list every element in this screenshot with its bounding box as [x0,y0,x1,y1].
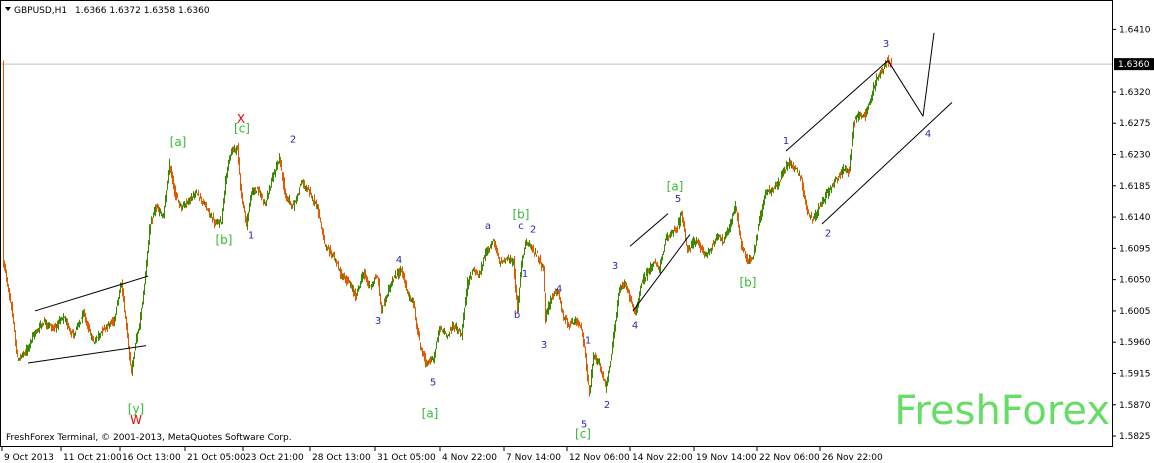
wave-label: 1 [522,269,528,280]
y-tick-label: 1.6050 [1119,276,1151,286]
y-tick-label: 1.5870 [1119,401,1151,411]
y-tick-label: 1.6230 [1119,151,1151,161]
wave-label: 3 [883,39,889,50]
wave-label: 4 [925,129,931,140]
y-tick-label: 1.5915 [1119,369,1151,379]
x-tick-label: 16 Oct 13:00 [122,453,181,463]
wave-label: [a] [667,180,684,194]
wave-label: [b] [513,207,530,221]
wave-label: [a] [170,135,187,149]
x-tick-label: 23 Oct 21:00 [245,453,304,463]
y-tick-label: 1.5825 [1119,432,1151,442]
y-tick-label: 1.6095 [1119,244,1151,254]
wave-label: [c] [234,121,250,135]
x-tick-label: 31 Oct 05:00 [377,453,436,463]
last-price-badge: 1.6360 [1114,58,1154,71]
chart-canvas: 1.6410 1.6320 1.6275 1.6230 1.6185 1.6140 1.60… [0,0,1154,463]
plot-frame [0,0,1113,447]
wave-label: 3 [541,340,547,351]
x-tick-label: 28 Oct 13:00 [312,453,371,463]
wave-label: [b] [740,276,757,290]
wave-label: W [130,413,142,427]
wave-label: 2 [290,135,296,146]
wave-label: 2 [825,229,831,240]
y-tick-label: 1.6275 [1119,119,1151,129]
x-tick-label: 21 Oct 05:00 [187,453,246,463]
x-tick-label: 4 Nov 22:00 [442,453,497,463]
x-tick-label: 14 Nov 22:00 [632,453,693,463]
wave-label: 4 [632,320,638,331]
x-tick-label: 7 Nov 14:00 [506,453,561,463]
wave-label: [c] [575,427,591,441]
wave-label: a [485,221,491,232]
copyright-text: FreshForex Terminal, © 2001-2013, MetaQu… [6,433,292,443]
wave-label: 3 [612,261,618,272]
y-tick-label: 1.6005 [1119,307,1151,317]
wave-label: b [514,310,520,321]
wave-label: [a] [422,406,439,420]
watermark-logo: FreshForex [894,388,1110,434]
x-tick-label: 9 Oct 2013 [4,453,54,463]
y-tick-label: 1.6410 [1119,25,1151,35]
x-tick-label: 11 Oct 21:00 [63,453,122,463]
wave-label: 1 [248,231,254,242]
x-tick-label: 26 Nov 22:00 [822,453,883,463]
wave-label: 5 [430,377,436,388]
y-tick-label: 1.5960 [1119,338,1151,348]
symbol-label: GBPUSD,H1 [14,6,67,16]
x-tick-label: 22 Nov 06:00 [759,453,820,463]
wave-label: 3 [375,316,381,327]
wave-label: c [518,221,524,232]
wave-label: 2 [530,224,536,235]
wave-label: 5 [675,194,681,205]
wave-label: 1 [783,136,789,147]
wave-label: 4 [396,255,402,266]
y-tick-label: 1.6185 [1119,182,1151,192]
wave-label: 1 [585,336,591,347]
ohlc-values: 1.6366 1.6372 1.6358 1.6360 [75,6,210,16]
time-axis[interactable]: 9 Oct 2013 11 Oct 21:00 16 Oct 13:00 21 Oct… [1,447,883,463]
wave-label: 4 [556,284,562,295]
wave-label: 2 [604,400,610,411]
x-tick-label: 19 Nov 14:00 [696,453,757,463]
x-tick-label: 12 Nov 06:00 [569,453,630,463]
price-axis[interactable]: 1.6410 1.6320 1.6275 1.6230 1.6185 1.6140 1.60… [1112,25,1151,442]
last-price-label: 1.6360 [1118,60,1150,70]
wave-label: [b] [216,233,233,247]
y-tick-label: 1.6320 [1119,88,1151,98]
y-tick-label: 1.6140 [1119,213,1151,223]
